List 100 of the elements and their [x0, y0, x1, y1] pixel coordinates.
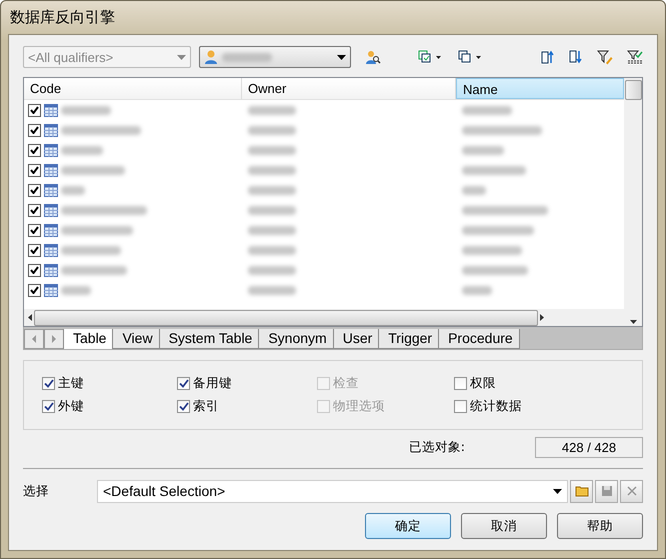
- option-label: 索引: [193, 398, 219, 415]
- scrollbar-thumb[interactable]: [34, 310, 538, 326]
- open-folder-button[interactable]: [570, 480, 593, 502]
- redacted-text: [61, 286, 91, 294]
- redacted-text: [462, 246, 522, 254]
- redacted-text: [462, 226, 534, 234]
- selection-dropdown[interactable]: <Default Selection>: [97, 480, 568, 502]
- table-icon: [44, 204, 58, 216]
- selected-objects-label: 已选对象:: [408, 438, 465, 456]
- checkbox[interactable]: [42, 400, 55, 413]
- find-user-icon[interactable]: [365, 49, 381, 65]
- redacted-text: [462, 166, 526, 174]
- checkbox[interactable]: [28, 164, 41, 176]
- right-arrow-icon: [540, 314, 544, 321]
- redacted-text: [61, 106, 111, 114]
- redacted-text: [462, 146, 504, 154]
- selected-count-field: 428 / 428: [535, 436, 643, 458]
- redacted-text: [248, 206, 296, 214]
- right-arrow-icon: [51, 335, 57, 343]
- option-label: 统计数据: [470, 398, 522, 415]
- selection-label: 选择: [23, 482, 50, 500]
- move-down-icon[interactable]: [569, 49, 583, 65]
- redacted-text: [462, 286, 492, 294]
- filter-check-icon[interactable]: [627, 49, 643, 65]
- scrollbar-thumb[interactable]: [624, 80, 642, 100]
- caret-icon: [177, 54, 186, 60]
- redacted-text: [61, 226, 133, 234]
- table-icon: [44, 124, 58, 136]
- tab[interactable]: Trigger: [378, 329, 440, 349]
- table-icon: [44, 284, 58, 296]
- column-header[interactable]: Name: [456, 78, 624, 99]
- checkbox[interactable]: [28, 264, 41, 276]
- horizontal-scrollbar[interactable]: [24, 309, 624, 326]
- redacted-text: [248, 146, 296, 154]
- redacted-text: [222, 52, 272, 62]
- dialog-button[interactable]: 帮助: [557, 513, 643, 539]
- checkbox[interactable]: [177, 400, 190, 413]
- tab[interactable]: Table: [63, 329, 114, 349]
- checkbox[interactable]: [28, 184, 41, 196]
- checkbox[interactable]: [42, 377, 55, 390]
- left-arrow-icon: [31, 335, 37, 343]
- table-icon: [44, 164, 58, 176]
- table-icon: [44, 144, 58, 156]
- redacted-text: [248, 266, 296, 274]
- delete-button[interactable]: [620, 480, 643, 502]
- option-label: 物理选项: [333, 398, 385, 415]
- save-button[interactable]: [595, 480, 618, 502]
- redacted-text: [462, 186, 486, 194]
- table-icon: [44, 224, 58, 236]
- down-arrow-icon: [630, 320, 636, 324]
- tab[interactable]: View: [112, 329, 160, 349]
- tab[interactable]: User: [332, 329, 380, 349]
- tab[interactable]: System Table: [158, 329, 260, 349]
- checkbox[interactable]: [454, 377, 467, 390]
- column-header[interactable]: Code: [24, 78, 242, 99]
- vertical-scrollbar[interactable]: [624, 78, 642, 326]
- redacted-text: [248, 226, 296, 234]
- redacted-text: [248, 166, 296, 174]
- redacted-text: [61, 246, 121, 254]
- checkbox[interactable]: [28, 124, 41, 136]
- checkbox[interactable]: [177, 377, 190, 390]
- redacted-text: [248, 246, 296, 254]
- table-icon: [44, 184, 58, 196]
- checkbox[interactable]: [28, 224, 41, 236]
- checkbox[interactable]: [28, 204, 41, 216]
- tab[interactable]: Synonym: [258, 329, 334, 349]
- select-all-icon[interactable]: [417, 49, 443, 65]
- option-label: 备用键: [193, 375, 232, 392]
- option-label: 外键: [58, 398, 84, 415]
- scroll-right-button[interactable]: [44, 329, 64, 349]
- move-up-icon[interactable]: [541, 49, 555, 65]
- deselect-all-icon[interactable]: [457, 49, 483, 65]
- redacted-text: [462, 266, 528, 274]
- checkbox[interactable]: [454, 400, 467, 413]
- checkbox[interactable]: [28, 144, 41, 156]
- close-icon: [626, 485, 638, 497]
- window-title: 数据库反向引擎: [10, 8, 115, 27]
- table-icon: [44, 104, 58, 116]
- caret-icon: [553, 488, 562, 494]
- option-label: 检查: [333, 375, 359, 392]
- tab[interactable]: Procedure: [438, 329, 520, 349]
- dialog-button[interactable]: 确定: [365, 513, 451, 539]
- owner-dropdown[interactable]: [199, 46, 351, 68]
- checkbox[interactable]: [28, 284, 41, 296]
- folder-icon: [574, 485, 588, 497]
- redacted-text: [248, 286, 296, 294]
- redacted-text: [248, 126, 296, 134]
- redacted-text: [248, 186, 296, 194]
- filter-edit-icon[interactable]: [597, 49, 613, 65]
- checkbox[interactable]: [28, 104, 41, 116]
- dialog-button[interactable]: 取消: [461, 513, 547, 539]
- table-icon: [44, 264, 58, 276]
- checkbox[interactable]: [28, 244, 41, 256]
- user-icon: [204, 49, 218, 65]
- redacted-text: [248, 106, 296, 114]
- redacted-text: [61, 266, 127, 274]
- redacted-text: [61, 146, 103, 154]
- left-arrow-icon: [28, 314, 32, 321]
- option-label: 主键: [58, 375, 84, 392]
- table-icon: [44, 244, 58, 256]
